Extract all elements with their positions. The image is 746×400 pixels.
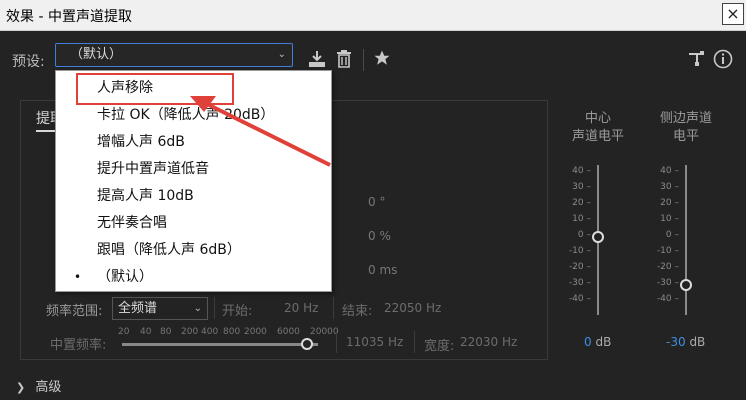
side-level-unit: dB <box>689 335 706 349</box>
center-level-tick-label: 10 – <box>572 214 591 224</box>
side-level-tick-label: 40 – <box>660 166 679 176</box>
center-level-slider-handle[interactable] <box>592 231 604 243</box>
side-level-tick-label: 10 – <box>660 214 679 224</box>
divider <box>214 297 215 319</box>
side-level-tick-label: -10 – <box>656 246 679 256</box>
frequency-range-label: 频率范围: <box>46 304 103 319</box>
preset-select[interactable]: （默认） ⌄ <box>55 43 293 67</box>
chevron-right-icon: ❯ <box>16 381 26 394</box>
option-label: 无伴奏合唱 <box>97 215 167 231</box>
preset-option-acapella[interactable]: 无伴奏合唱 <box>56 210 333 237</box>
side-level-tick-label: -20 – <box>656 262 679 272</box>
center-level-title-line1: 中心 <box>584 111 611 126</box>
option-label: 提升中置声道低音 <box>97 161 209 177</box>
side-level-slider-handle[interactable] <box>680 279 692 291</box>
download-icon[interactable] <box>306 49 328 71</box>
center-level-unit: dB <box>595 335 612 349</box>
center-level-title: 中心 声道电平 <box>565 110 631 146</box>
advanced-toggle[interactable]: ❯ 高级 <box>16 376 61 395</box>
chevron-down-icon: ⌄ <box>193 303 202 314</box>
center-level-title-line2: 声道电平 <box>571 129 624 144</box>
angle-value: 0 ° <box>368 195 386 209</box>
side-level-tick-label: 30 – <box>660 182 679 192</box>
scale-label: 80 <box>160 327 172 337</box>
option-label: 卡拉 OK（降低人声 20dB） <box>97 107 275 123</box>
scale-label: 6000 <box>277 327 300 337</box>
end-field[interactable]: 22050 Hz <box>384 297 441 319</box>
option-label: 增幅人声 6dB <box>97 134 185 150</box>
preset-option-default[interactable]: • （默认） <box>56 264 333 291</box>
side-level-tick-label: -30 – <box>656 278 679 288</box>
percent-value: 0 % <box>368 229 391 243</box>
trash-icon[interactable] <box>333 49 355 71</box>
divider <box>414 331 415 353</box>
side-level-slider[interactable] <box>685 165 687 315</box>
center-frequency-label: 中置频率: <box>50 338 107 353</box>
annotation-highlight-box <box>76 73 234 105</box>
scale-label: 20 <box>118 327 130 337</box>
scale-label: 800 <box>223 327 241 337</box>
scale-label: 40 <box>140 327 152 337</box>
preset-option-sing-along[interactable]: 跟唱（降低人声 6dB） <box>56 237 333 264</box>
center-frequency-slider-handle[interactable] <box>301 338 313 350</box>
preset-option-vocal-boost-6db[interactable]: 增幅人声 6dB <box>56 129 333 156</box>
option-label: 跟唱（降低人声 6dB） <box>97 242 241 258</box>
center-level-tick-label: 20 – <box>572 198 591 208</box>
divider <box>336 331 337 353</box>
window-title: 效果 - 中置声道提取 <box>6 9 132 25</box>
scale-label: 2000 <box>244 327 267 337</box>
center-level-tick-label: 40 – <box>572 166 591 176</box>
center-level-tick-label: -30 – <box>568 278 591 288</box>
frequency-range-select[interactable]: 全频谱 ⌄ <box>112 297 208 320</box>
option-label: （默认） <box>97 269 153 285</box>
close-button[interactable]: × <box>722 3 744 25</box>
divider <box>333 297 334 319</box>
side-level-title-line1: 侧边声道 <box>659 111 712 126</box>
side-level-tick-label: 0 – <box>665 230 679 240</box>
side-level-title-line2: 电平 <box>672 129 699 144</box>
center-level-tick-label: -20 – <box>568 262 591 272</box>
chevron-down-icon: ⌄ <box>277 49 286 60</box>
start-field[interactable]: 20 Hz <box>284 297 318 319</box>
frequency-range-value: 全频谱 <box>118 301 158 316</box>
toolbar-divider <box>363 49 364 71</box>
selected-bullet-icon: • <box>74 270 82 284</box>
preset-label: 预设: <box>12 54 45 70</box>
width-value[interactable]: 22030 Hz <box>460 335 517 349</box>
side-level-value[interactable]: -30 dB <box>666 335 705 349</box>
center-level-tick-label: -10 – <box>568 246 591 256</box>
side-level-tick-label: 20 – <box>660 198 679 208</box>
star-icon[interactable] <box>371 49 393 71</box>
center-frequency-value[interactable]: 11035 Hz <box>346 335 403 349</box>
option-label: 提高人声 10dB <box>97 188 194 204</box>
start-label: 开始: <box>222 304 253 319</box>
center-level-tick-label: 0 – <box>577 230 591 240</box>
side-level-title: 侧边声道 电平 <box>650 110 722 146</box>
width-label: 宽度: <box>424 339 455 354</box>
preset-option-vocal-boost-10db[interactable]: 提高人声 10dB <box>56 183 333 210</box>
side-level-number: -30 <box>666 335 686 349</box>
center-level-number: 0 <box>584 335 592 349</box>
center-frequency-slider[interactable] <box>122 343 318 346</box>
delay-value: 0 ms <box>368 263 398 277</box>
scale-label: 400 <box>201 327 219 337</box>
preset-option-karaoke[interactable]: 卡拉 OK（降低人声 20dB） <box>56 102 333 129</box>
scale-label: 200 <box>181 327 199 337</box>
side-level-tick-label: -40 – <box>656 294 679 304</box>
center-level-tick-label: -40 – <box>568 294 591 304</box>
preset-option-center-bass[interactable]: 提升中置声道低音 <box>56 156 333 183</box>
preset-select-value: （默认） <box>70 47 123 62</box>
center-level-tick-label: 30 – <box>572 182 591 192</box>
advanced-label: 高级 <box>35 380 62 395</box>
end-label: 结束: <box>342 304 373 319</box>
route-icon[interactable] <box>685 49 707 71</box>
scale-label: 20000 <box>310 327 339 337</box>
title-bar: 效果 - 中置声道提取 × <box>0 0 746 31</box>
info-icon[interactable] <box>712 49 734 71</box>
center-level-value[interactable]: 0 dB <box>584 335 611 349</box>
